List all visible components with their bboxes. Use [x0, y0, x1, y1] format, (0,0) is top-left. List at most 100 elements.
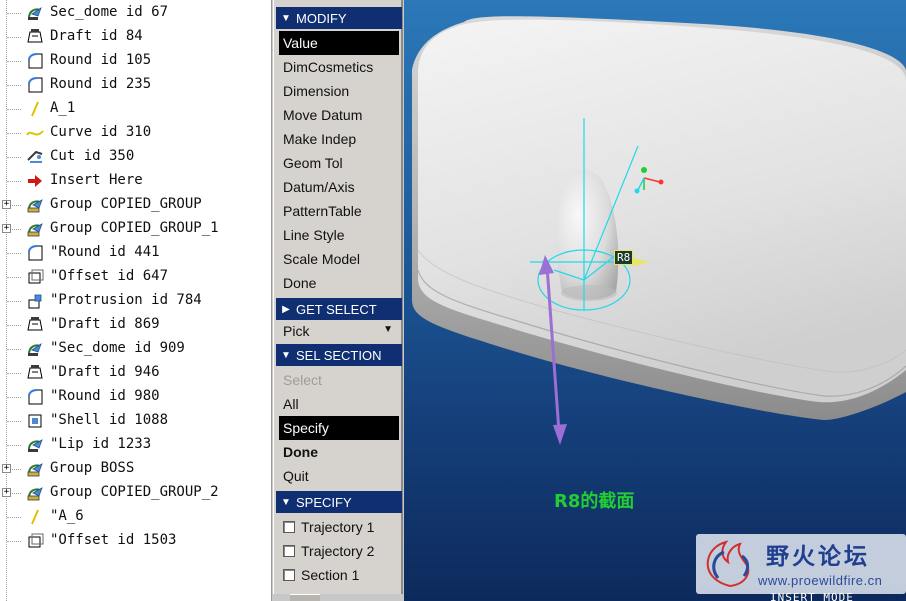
- menu-item-select[interactable]: Select: [279, 368, 399, 392]
- tree-item-label: "Round id 441: [50, 244, 160, 260]
- menu-item-label: Value: [283, 35, 318, 51]
- tree-connector-line: [7, 349, 21, 350]
- tree-item[interactable]: "Offset id 1503: [0, 529, 270, 553]
- menu-item-all[interactable]: All: [279, 392, 399, 416]
- menu-item-value[interactable]: Value: [279, 31, 399, 55]
- checkbox[interactable]: [283, 545, 295, 557]
- collapse-triangle-icon: ▼: [281, 496, 291, 508]
- menu-item-move-datum[interactable]: Move Datum: [279, 103, 399, 127]
- checkbox[interactable]: [283, 569, 295, 581]
- tree-connector-line: [7, 61, 21, 62]
- tree-item-label: Sec_dome id 67: [50, 4, 169, 20]
- group-icon: [27, 463, 43, 477]
- menu-item-trajectory-2[interactable]: Trajectory 2: [279, 539, 399, 563]
- menu-item-scale-model[interactable]: Scale Model: [279, 247, 399, 271]
- model-scene: [412, 16, 906, 445]
- menu-item-dimension[interactable]: Dimension: [279, 79, 399, 103]
- menu-item-label: Scale Model: [283, 251, 361, 267]
- tree-connector-line: [7, 181, 21, 182]
- tree-item[interactable]: Round id 235: [0, 73, 270, 97]
- tree-item[interactable]: "Offset id 647: [0, 265, 270, 289]
- tree-item[interactable]: Sec_dome id 67: [0, 1, 270, 25]
- tree-item[interactable]: "Round id 441: [0, 241, 270, 265]
- pick-dropdown[interactable]: Pick ▼: [279, 320, 399, 342]
- tree-item[interactable]: "Protrusion id 784: [0, 289, 270, 313]
- menu-item-done[interactable]: Done: [279, 271, 399, 295]
- tree-item[interactable]: + Group COPIED_GROUP_2: [0, 481, 270, 505]
- menu-item-line-style[interactable]: Line Style: [279, 223, 399, 247]
- expand-plus-icon[interactable]: +: [2, 464, 11, 473]
- sec-dome-icon: [28, 342, 42, 356]
- tree-item[interactable]: + Group COPIED_GROUP: [0, 193, 270, 217]
- specify-menu-title: SPECIFY: [296, 494, 352, 510]
- tree-item-label: Draft id 84: [50, 28, 143, 44]
- tree-item[interactable]: A_1: [0, 97, 270, 121]
- menu-item-datum-axis[interactable]: Datum/Axis: [279, 175, 399, 199]
- tree-item[interactable]: Insert Here: [0, 169, 270, 193]
- tree-item-label: A_1: [50, 100, 76, 116]
- watermark-url: www.proewildfire.cn: [758, 573, 883, 588]
- tree-item-label: Group COPIED_GROUP_2: [50, 484, 219, 500]
- menu-item-dimcosmetics[interactable]: DimCosmetics: [279, 55, 399, 79]
- menu-item-section-1[interactable]: Section 1: [279, 563, 399, 587]
- mode-indicator: INSERT MODE: [770, 591, 854, 601]
- menu-item-label: Make Indep: [283, 131, 357, 147]
- tree-item[interactable]: "Shell id 1088: [0, 409, 270, 433]
- tree-connector-line: [7, 37, 21, 38]
- tree-item-label: Group COPIED_GROUP_1: [50, 220, 219, 236]
- graphics-window[interactable]: R8 R8的截面 野火论坛 www.proewildfire.cn INSERT…: [404, 0, 906, 601]
- group-icon: [27, 487, 43, 501]
- expand-plus-icon[interactable]: +: [2, 488, 11, 497]
- tree-item[interactable]: "Sec_dome id 909: [0, 337, 270, 361]
- menu-item-quit[interactable]: Quit: [279, 464, 399, 488]
- tree-item-label: Round id 105: [50, 52, 152, 68]
- tree-item[interactable]: + Group BOSS: [0, 457, 270, 481]
- menu-item-label: Specify: [283, 420, 329, 436]
- r8-dimension-label[interactable]: R8: [614, 250, 634, 265]
- tree-connector-line: [7, 445, 21, 446]
- sel-section-menu-header[interactable]: ▼ SEL SECTION: [276, 344, 402, 366]
- get-select-menu-header[interactable]: ▶ GET SELECT: [276, 298, 402, 320]
- model-tree[interactable]: Sec_dome id 67 Draft id 84 Round id 105 Rou…: [0, 0, 272, 601]
- lip-icon: [28, 439, 43, 452]
- menu-resize-handle[interactable]: [290, 594, 320, 601]
- menu-item-done[interactable]: Done: [279, 440, 399, 464]
- tree-item-label: Curve id 310: [50, 124, 152, 140]
- menu-item-label: Done: [283, 444, 318, 460]
- tree-item-label: Group COPIED_GROUP: [50, 196, 202, 212]
- tree-item[interactable]: Draft id 84: [0, 25, 270, 49]
- menu-item-specify[interactable]: Specify: [279, 416, 399, 440]
- sec-dome-icon: [28, 6, 42, 20]
- tree-item[interactable]: Round id 105: [0, 49, 270, 73]
- menu-item-label: Move Datum: [283, 107, 363, 123]
- get-select-menu-title: GET SELECT: [296, 301, 377, 317]
- expand-plus-icon[interactable]: +: [2, 200, 11, 209]
- tree-connector-line: [7, 277, 21, 278]
- modify-menu-header[interactable]: ▼ MODIFY: [276, 7, 402, 29]
- tree-item[interactable]: "Round id 980: [0, 385, 270, 409]
- tree-item[interactable]: "A_6: [0, 505, 270, 529]
- round-icon: [28, 245, 43, 261]
- expand-plus-icon[interactable]: +: [2, 224, 11, 233]
- tree-item-label: "Round id 980: [50, 388, 160, 404]
- tree-item-label: Cut id 350: [50, 148, 135, 164]
- tree-item-label: "Protrusion id 784: [50, 292, 202, 308]
- checkbox[interactable]: [283, 521, 295, 533]
- menu-item-make-indep[interactable]: Make Indep: [279, 127, 399, 151]
- menu-item-trajectory-1[interactable]: Trajectory 1: [279, 515, 399, 539]
- menu-item-patterntable[interactable]: PatternTable: [279, 199, 399, 223]
- tree-item[interactable]: Cut id 350: [0, 145, 270, 169]
- protrusion-icon: [28, 294, 42, 309]
- specify-menu-header[interactable]: ▼ SPECIFY: [276, 491, 402, 513]
- tree-item[interactable]: "Lip id 1233: [0, 433, 270, 457]
- draft-icon: [27, 29, 43, 43]
- tree-item-label: "Sec_dome id 909: [50, 340, 185, 356]
- tree-item-label: "Draft id 946: [50, 364, 160, 380]
- tree-item[interactable]: "Draft id 869: [0, 313, 270, 337]
- tree-item[interactable]: "Draft id 946: [0, 361, 270, 385]
- tree-item[interactable]: + Group COPIED_GROUP_1: [0, 217, 270, 241]
- draft-icon: [27, 365, 43, 379]
- menu-item-geom-tol[interactable]: Geom Tol: [279, 151, 399, 175]
- pick-dropdown-value: Pick: [283, 323, 310, 339]
- tree-item[interactable]: Curve id 310: [0, 121, 270, 145]
